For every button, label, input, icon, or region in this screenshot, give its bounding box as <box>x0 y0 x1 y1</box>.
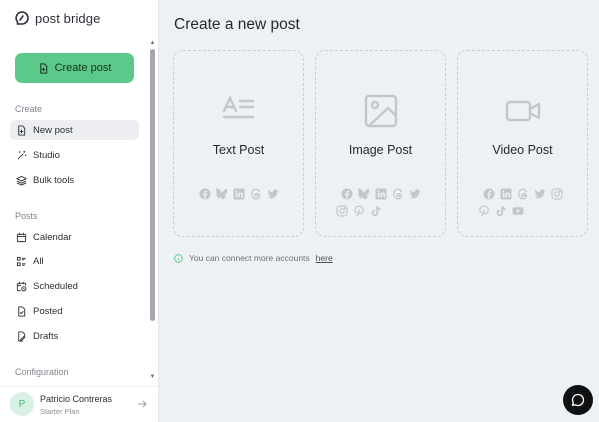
scroll-down-arrow-icon[interactable]: ▼ <box>149 374 156 380</box>
text-lines-icon <box>222 95 254 119</box>
scroll-thumb[interactable] <box>150 49 155 321</box>
avatar: P <box>10 392 34 416</box>
scroll-up-arrow-icon[interactable]: ▲ <box>149 40 156 46</box>
pinterest-icon <box>479 205 489 217</box>
logo-icon <box>15 11 29 25</box>
app-name: post bridge <box>35 10 101 26</box>
create-post-button[interactable]: Create post <box>15 53 134 83</box>
tiktok-icon <box>496 206 506 217</box>
facebook-icon <box>199 188 210 200</box>
instagram-icon <box>336 205 348 217</box>
instagram-icon <box>550 188 563 200</box>
sidebar-item-posted[interactable]: Posted <box>10 301 139 321</box>
image-icon <box>364 94 397 128</box>
sidebar-item-new-post[interactable]: New post <box>10 120 139 140</box>
calendar-icon <box>16 232 27 242</box>
file-edit-icon <box>18 330 26 342</box>
sidebar-item-label: New post <box>33 124 73 136</box>
profile-plan: Starter Plan <box>40 407 80 416</box>
info-icon <box>174 253 183 263</box>
logo[interactable]: post bridge <box>14 10 100 26</box>
card-label: Image Post <box>348 143 413 157</box>
linkedin-icon <box>375 188 386 200</box>
arrow-right-icon <box>138 400 147 408</box>
image-post-card[interactable]: Image Post <box>315 50 446 237</box>
platform-row <box>316 205 445 217</box>
list-icon <box>16 256 26 266</box>
card-label: Text Post <box>212 143 265 157</box>
facebook-icon <box>483 188 494 200</box>
tiktok-icon <box>371 206 381 217</box>
sidebar-item-label: Drafts <box>33 330 59 342</box>
twitter-icon <box>409 189 420 199</box>
platform-row <box>458 188 587 200</box>
threads-icon <box>250 188 260 200</box>
sidebar-item-label: Calendar <box>33 231 72 243</box>
info-text: You can connect more accounts <box>189 253 310 263</box>
section-posts: Posts <box>15 211 38 221</box>
sidebar-item-drafts[interactable]: Drafts <box>10 326 139 346</box>
platform-row <box>316 188 445 200</box>
sidebar-item-studio[interactable]: Studio <box>10 145 139 165</box>
sidebar-scrollbar[interactable]: ▲ ▼ <box>149 40 156 380</box>
chat-bubble-icon <box>571 393 585 407</box>
sidebar-item-label: Bulk tools <box>33 174 75 186</box>
file-plus-icon <box>39 62 47 74</box>
file-plus-icon <box>18 124 26 136</box>
facebook-icon <box>341 188 352 200</box>
video-icon <box>505 100 540 122</box>
youtube-icon <box>512 207 524 215</box>
card-label: Video Post <box>492 143 553 157</box>
twitter-icon <box>267 189 278 199</box>
calendar-clock-icon <box>16 281 27 291</box>
pinterest-icon <box>354 205 364 217</box>
threads-icon <box>392 188 402 200</box>
file-check-icon <box>18 305 26 317</box>
sidebar-item-calendar[interactable]: Calendar <box>10 227 139 247</box>
linkedin-icon <box>500 188 511 200</box>
magic-wand-icon <box>17 150 27 159</box>
profile-name: Patricio Contreras <box>40 394 113 404</box>
layers-icon <box>16 175 27 186</box>
connect-accounts-info: You can connect more accounts here <box>174 253 333 263</box>
platform-row <box>174 188 303 200</box>
sidebar-item-bulk-tools[interactable]: Bulk tools <box>10 170 139 190</box>
sidebar-item-label: Studio <box>33 149 60 161</box>
sidebar-item-all[interactable]: All <box>10 251 139 271</box>
chat-button[interactable] <box>563 385 593 415</box>
section-configuration: Configuration <box>15 367 69 377</box>
text-post-card[interactable]: Text Post <box>173 50 304 237</box>
bluesky-icon <box>215 188 227 200</box>
bluesky-icon <box>357 188 369 200</box>
video-post-card[interactable]: Video Post <box>457 50 588 237</box>
sidebar: post bridge Create post Create New post … <box>0 0 159 422</box>
platform-row <box>458 205 587 217</box>
sidebar-item-scheduled[interactable]: Scheduled <box>10 276 139 296</box>
profile-menu[interactable]: P Patricio Contreras Starter Plan <box>0 386 159 422</box>
threads-icon <box>517 188 527 200</box>
connect-accounts-link[interactable]: here <box>316 253 333 263</box>
create-post-label: Create post <box>54 62 112 74</box>
sidebar-item-label: All <box>33 255 44 267</box>
linkedin-icon <box>233 188 244 200</box>
page-title: Create a new post <box>174 16 300 33</box>
section-create: Create <box>15 104 43 114</box>
sidebar-item-label: Scheduled <box>33 280 78 292</box>
sidebar-item-label: Posted <box>33 305 63 317</box>
twitter-icon <box>534 189 545 199</box>
